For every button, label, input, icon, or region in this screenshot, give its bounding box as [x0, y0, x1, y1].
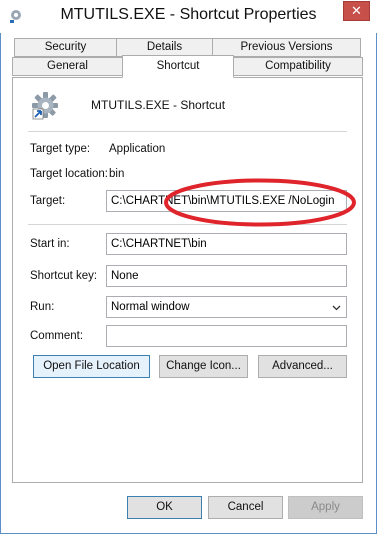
title-bar[interactable]: MTUTILS.EXE - Shortcut Properties: [0, 0, 377, 33]
run-select[interactable]: Normal window: [106, 296, 347, 318]
gear-shortcut-icon: [32, 92, 58, 120]
comment-input[interactable]: [106, 325, 347, 347]
shortcut-key-label: Shortcut key:: [30, 270, 98, 282]
change-icon-button[interactable]: Change Icon...: [159, 355, 248, 378]
advanced-button[interactable]: Advanced...: [258, 355, 347, 378]
target-type-value: Application: [109, 143, 166, 155]
run-select-value: Normal window: [111, 301, 190, 313]
chevron-down-icon: [332, 305, 341, 311]
apply-button[interactable]: Apply: [288, 496, 363, 519]
shortcut-name: MTUTILS.EXE - Shortcut: [91, 98, 226, 112]
tab-shortcut[interactable]: Shortcut: [122, 55, 234, 78]
close-button[interactable]: ✕: [343, 1, 370, 21]
run-label: Run:: [30, 301, 55, 313]
start-in-input[interactable]: C:\CHARTNET\bin: [106, 233, 347, 255]
target-label: Target:: [30, 195, 66, 207]
shortcut-key-input[interactable]: None: [106, 265, 347, 287]
window-title: MTUTILS.EXE - Shortcut Properties: [60, 6, 317, 23]
tab-general[interactable]: General: [12, 57, 123, 76]
target-location-value: bin: [109, 168, 125, 180]
comment-label: Comment:: [30, 330, 84, 342]
tab-security[interactable]: Security: [14, 38, 117, 57]
target-input[interactable]: C:\CHARTNET\bin\MTUTILS.EXE /NoLogin: [106, 190, 347, 212]
tab-previous-versions[interactable]: Previous Versions: [212, 38, 361, 57]
target-type-label: Target type:: [30, 143, 91, 155]
start-in-label: Start in:: [30, 238, 70, 250]
separator: [28, 224, 347, 225]
cancel-button[interactable]: Cancel: [208, 496, 283, 519]
separator: [28, 131, 347, 132]
target-location-label: Target location:: [30, 168, 108, 180]
open-file-location-button[interactable]: Open File Location: [33, 355, 150, 378]
tab-compatibility[interactable]: Compatibility: [233, 57, 363, 76]
ok-button[interactable]: OK: [127, 496, 202, 519]
